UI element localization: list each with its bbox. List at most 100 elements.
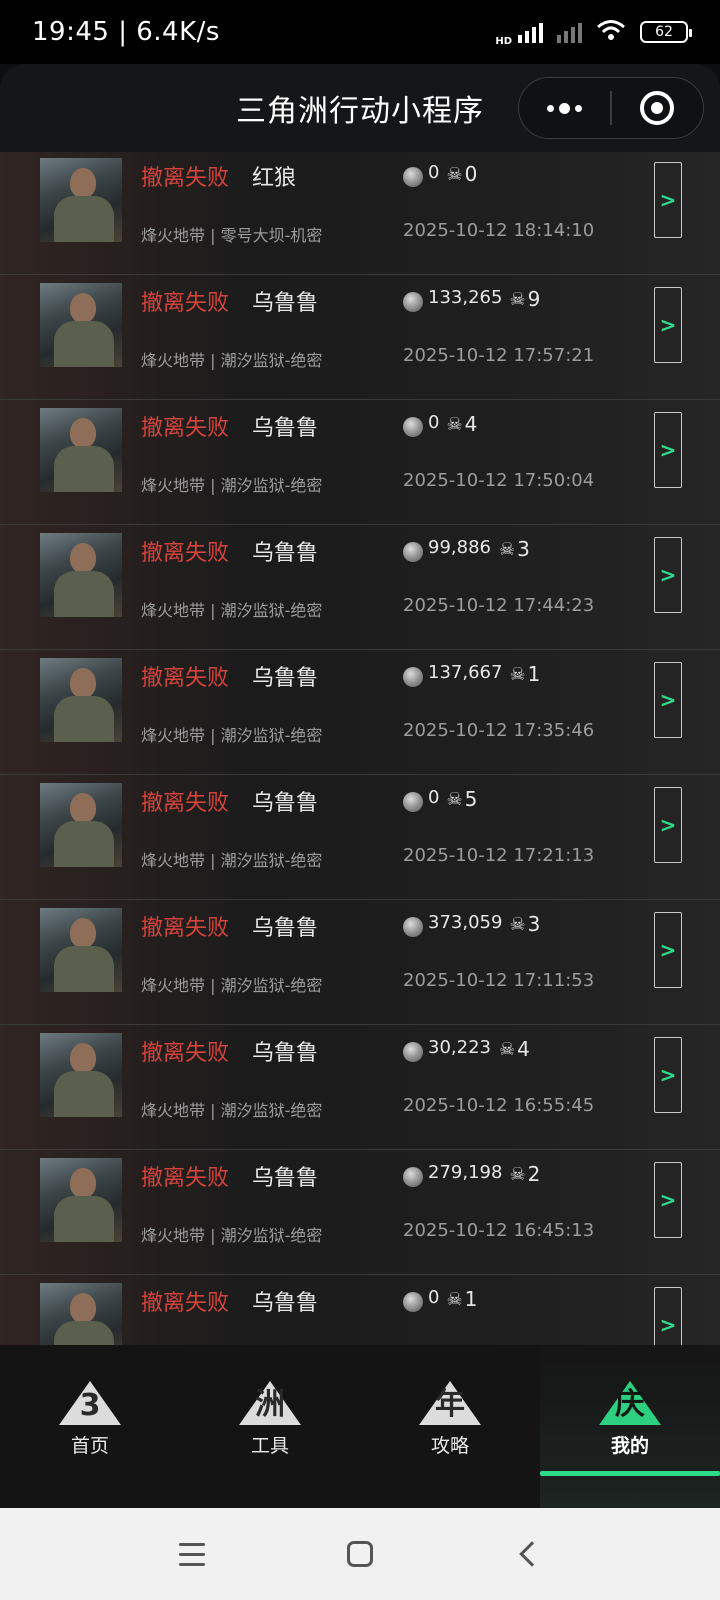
skull-icon: ☠ <box>499 538 516 560</box>
mode-and-map: 烽火地带 | 潮汐监狱-绝密 <box>141 726 323 745</box>
close-miniprogram-button[interactable] <box>612 78 703 138</box>
kill-value: 4 <box>464 412 478 436</box>
match-time: 2025-10-12 17:50:04 <box>403 470 595 491</box>
record-detail-button[interactable]: > <box>654 287 682 363</box>
match-record-row[interactable]: 撤离失败 乌鲁鲁 279,198 ☠ 2 烽火地带 | 潮汐监狱-绝密 2025… <box>0 1150 720 1275</box>
home-square-icon <box>347 1541 373 1567</box>
operator-name: 乌鲁鲁 <box>252 916 319 941</box>
recents-button[interactable] <box>172 1534 212 1574</box>
extraction-status: 撤离失败 <box>141 166 230 191</box>
more-dots-icon <box>547 102 583 114</box>
back-button[interactable] <box>508 1534 548 1574</box>
skull-icon: ☠ <box>446 788 463 810</box>
tab-home[interactable]: 3 首页 <box>0 1345 180 1508</box>
page-title: 三角洲行动小程序 <box>236 94 484 129</box>
coin-value: 99,886 <box>428 537 491 558</box>
tab-logo-icon: 年 <box>419 1375 481 1425</box>
kill-value: 2 <box>527 1162 541 1186</box>
record-detail-button[interactable]: > <box>654 162 682 238</box>
battery-level: 62 <box>655 24 673 40</box>
clock-and-speed: 19:45 | 6.4K/s <box>32 17 220 47</box>
wifi-icon <box>596 19 626 45</box>
match-record-row[interactable]: 撤离失败 乌鲁鲁 373,059 ☠ 3 烽火地带 | 潮汐监狱-绝密 2025… <box>0 900 720 1025</box>
match-record-row[interactable]: 撤离失败 红狼 0 ☠ 0 烽火地带 | 零号大坝-机密 2025-10-12 … <box>0 152 720 275</box>
coin-icon <box>403 792 423 812</box>
operator-name: 乌鲁鲁 <box>252 666 319 691</box>
coin-icon <box>403 1292 423 1312</box>
operator-name: 乌鲁鲁 <box>252 1166 319 1191</box>
record-detail-button[interactable]: > <box>654 912 682 988</box>
operator-name: 乌鲁鲁 <box>252 541 319 566</box>
kill-value: 1 <box>464 1287 478 1311</box>
operator-name: 乌鲁鲁 <box>252 291 319 316</box>
operator-avatar <box>40 533 122 617</box>
home-button[interactable] <box>340 1534 380 1574</box>
match-time: 2025-10-12 16:55:45 <box>403 1095 595 1116</box>
mode-and-map: 烽火地带 | 潮汐监狱-绝密 <box>141 351 323 370</box>
coin-value: 30,223 <box>428 1037 491 1058</box>
operator-avatar <box>40 158 122 242</box>
record-detail-button[interactable]: > <box>654 662 682 738</box>
match-record-row[interactable]: 撤离失败 乌鲁鲁 30,223 ☠ 4 烽火地带 | 潮汐监狱-绝密 2025-… <box>0 1025 720 1150</box>
coin-icon <box>403 917 423 937</box>
operator-name: 乌鲁鲁 <box>252 416 319 441</box>
tab-logo-icon: 洲 <box>239 1375 301 1425</box>
record-detail-button[interactable]: > <box>654 1287 682 1345</box>
kill-count: ☠ 3 <box>499 537 530 561</box>
tab-mine[interactable]: 庆 我的 <box>540 1345 720 1508</box>
hd-label: HD <box>495 35 512 47</box>
match-time: 2025-10-12 17:21:13 <box>403 845 595 866</box>
match-record-row[interactable]: 撤离失败 乌鲁鲁 137,667 ☠ 1 烽火地带 | 潮汐监狱-绝密 2025… <box>0 650 720 775</box>
extraction-status: 撤离失败 <box>141 1041 230 1066</box>
operator-name: 乌鲁鲁 <box>252 1041 319 1066</box>
coin-value: 373,059 <box>428 912 503 933</box>
operator-name: 乌鲁鲁 <box>252 791 319 816</box>
record-detail-button[interactable]: > <box>654 412 682 488</box>
match-time: 2025-10-12 17:57:21 <box>403 345 595 366</box>
record-detail-button[interactable]: > <box>654 537 682 613</box>
chevron-right-icon: > <box>659 1313 677 1337</box>
extraction-status: 撤离失败 <box>141 1166 230 1191</box>
extraction-status: 撤离失败 <box>141 666 230 691</box>
extraction-status: 撤离失败 <box>141 916 230 941</box>
chevron-right-icon: > <box>659 938 677 962</box>
kill-value: 0 <box>464 162 478 186</box>
kill-value: 4 <box>517 1037 530 1061</box>
kill-count: ☠ 1 <box>447 1287 478 1311</box>
tab-guides[interactable]: 年 攻略 <box>360 1345 540 1508</box>
mode-and-map: 烽火地带 | 潮汐监狱-绝密 <box>141 476 323 495</box>
match-record-row[interactable]: 撤离失败 乌鲁鲁 0 ☠ 5 烽火地带 | 潮汐监狱-绝密 2025-10-12… <box>0 775 720 900</box>
extraction-status: 撤离失败 <box>141 541 230 566</box>
mode-and-map: 烽火地带 | 潮汐监狱-绝密 <box>141 976 323 995</box>
status-bar: 19:45 | 6.4K/s HD 62 <box>0 0 720 64</box>
kill-value: 5 <box>464 787 478 811</box>
coin-value: 279,198 <box>428 1162 503 1183</box>
match-record-row[interactable]: 撤离失败 乌鲁鲁 133,265 ☠ 9 烽火地带 | 潮汐监狱-绝密 2025… <box>0 275 720 400</box>
more-button[interactable] <box>519 78 610 138</box>
match-record-list[interactable]: 撤离失败 红狼 0 ☠ 0 烽火地带 | 零号大坝-机密 2025-10-12 … <box>0 152 720 1345</box>
coin-icon <box>403 167 423 187</box>
match-record-row[interactable]: 撤离失败 乌鲁鲁 0 ☠ 1 > <box>0 1275 720 1345</box>
app-header: 三角洲行动小程序 <box>0 64 720 152</box>
coin-value: 0 <box>428 787 440 808</box>
mode-and-map: 烽火地带 | 潮汐监狱-绝密 <box>141 1226 323 1245</box>
record-detail-button[interactable]: > <box>654 1037 682 1113</box>
operator-avatar <box>40 1033 122 1117</box>
match-record-row[interactable]: 撤离失败 乌鲁鲁 0 ☠ 4 烽火地带 | 潮汐监狱-绝密 2025-10-12… <box>0 400 720 525</box>
battery-icon: 62 <box>640 21 692 43</box>
operator-avatar <box>40 1158 122 1242</box>
bottom-tab-bar: 3 首页 洲 工具 年 攻略 庆 我的 <box>0 1345 720 1508</box>
record-detail-button[interactable]: > <box>654 1162 682 1238</box>
mode-and-map: 烽火地带 | 潮汐监狱-绝密 <box>141 851 323 870</box>
operator-avatar <box>40 408 122 492</box>
kill-count: ☠ 4 <box>499 1037 530 1061</box>
signal-icon <box>518 21 543 43</box>
tab-tools[interactable]: 洲 工具 <box>180 1345 360 1508</box>
chevron-right-icon: > <box>659 688 677 712</box>
match-time: 2025-10-12 17:44:23 <box>403 595 595 616</box>
record-detail-button[interactable]: > <box>654 787 682 863</box>
chevron-right-icon: > <box>659 438 677 462</box>
operator-name: 乌鲁鲁 <box>252 1291 319 1316</box>
match-record-row[interactable]: 撤离失败 乌鲁鲁 99,886 ☠ 3 烽火地带 | 潮汐监狱-绝密 2025-… <box>0 525 720 650</box>
operator-avatar <box>40 283 122 367</box>
